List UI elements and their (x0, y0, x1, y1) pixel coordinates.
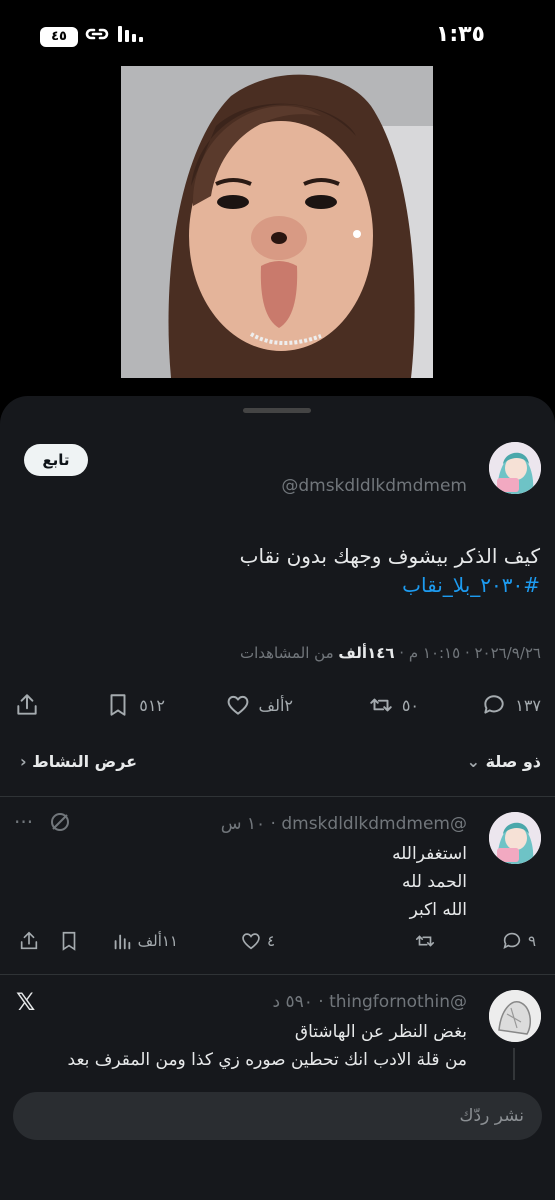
heart-icon (242, 933, 260, 950)
reply-header: @thingfornothin · ٥٩٠ د (272, 992, 467, 1012)
share-icon (17, 694, 37, 715)
chevron-left-icon: ‹ (20, 752, 27, 771)
portrait-image (121, 66, 433, 378)
repost-icon (415, 935, 435, 947)
battery-icon: ٤٥ (40, 27, 78, 47)
reply-bookmark-button[interactable] (58, 930, 80, 952)
reply-line: الله اكبر (409, 900, 467, 920)
reply-actions: ٩ ٤ ١١ألف (0, 930, 536, 956)
bookmark-icon (62, 931, 76, 951)
tweet-body: كيف الذكر بيشوف وجهك بدون نقاب (239, 544, 540, 568)
x-logo-icon: 𝕏 (16, 988, 36, 1016)
tweet-image[interactable] (121, 66, 433, 378)
bookmark-count: ٥١٢ (139, 695, 165, 715)
reply-count: ١٣٧ (515, 695, 541, 715)
reply-handle[interactable]: @dmskdldlkdmdmem (281, 814, 467, 834)
reply-like-count: ٤ (266, 932, 275, 950)
bookmark-icon (110, 694, 126, 716)
reply-icon (484, 695, 504, 714)
view-count: ١٤٦ألف (338, 644, 395, 662)
reply-button[interactable]: ١٣٧ (481, 688, 541, 722)
follow-button[interactable]: تابع (24, 444, 88, 476)
reply-views-count: ١١ألف (137, 932, 178, 950)
reply-input[interactable]: نشر ردّك (13, 1092, 542, 1140)
bookmark-button[interactable]: ٥١٢ (105, 688, 165, 722)
divider (0, 974, 555, 975)
reply-repost-button[interactable] (414, 930, 436, 952)
tweet-meta: ٢٠٢٦/٩/٢٦ · ١٠:١٥ م · ١٤٦ألف من المشاهدا… (240, 644, 541, 662)
share-button[interactable] (14, 688, 40, 722)
repost-button[interactable]: ٥٠ (368, 688, 419, 722)
tweet-datetime: ٢٠٢٦/٩/٢٦ · ١٠:١٥ م · (394, 644, 541, 662)
reply-line: استغفرالله (392, 844, 467, 864)
reply-reply-button[interactable]: ٩ (501, 930, 536, 952)
mute-icon[interactable] (48, 810, 72, 839)
activity-label: عرض النشاط (32, 752, 138, 771)
reply-share-button[interactable] (18, 930, 40, 952)
avatar-image (489, 990, 541, 1042)
views-icon (114, 934, 130, 950)
sort-label: ذو صلة (485, 752, 541, 771)
like-button[interactable]: ٢ألف (225, 688, 293, 722)
avatar-image (489, 442, 541, 494)
tweet-text: كيف الذكر بيشوف وجهك بدون نقاب #٢٠٣٠_بلا… (20, 542, 540, 600)
hashtag-link[interactable]: #٢٠٣٠_بلا_نقاب (20, 571, 540, 600)
reply-handle[interactable]: @thingfornothin (329, 992, 467, 1012)
author-avatar[interactable] (489, 442, 541, 494)
divider (0, 796, 555, 797)
more-icon[interactable]: ··· (14, 810, 33, 834)
reply-reply-count: ٩ (527, 932, 536, 950)
view-activity-link[interactable]: عرض النشاط ‹ (20, 752, 137, 771)
reply-line: من قلة الادب انك تحطين صوره زي كذا ومن ا… (67, 1050, 467, 1070)
repost-count: ٥٠ (401, 695, 419, 715)
chevron-down-icon: ⌄ (466, 752, 480, 771)
drag-handle[interactable] (243, 408, 311, 413)
reply-like-button[interactable]: ٤ (240, 930, 275, 952)
reply-text: بغض النظر عن الهاشتاق من قلة الادب انك ت… (17, 1018, 467, 1074)
reply-avatar[interactable] (489, 990, 541, 1042)
author-handle[interactable]: @dmskdldlkdmdmem (281, 476, 467, 496)
reply-views-button[interactable]: ١١ألف (111, 930, 178, 952)
heart-icon (227, 695, 248, 715)
sort-dropdown[interactable]: ذو صلة ⌄ (467, 752, 541, 771)
signal-icon (118, 26, 143, 42)
views-label: من المشاهدات (239, 644, 339, 662)
reply-avatar[interactable] (489, 812, 541, 864)
clock: ١:٣٥ (435, 22, 485, 47)
reply-icon (503, 932, 521, 949)
reply-line: الحمد لله (402, 872, 467, 892)
thread-line (513, 1048, 515, 1082)
reply-line: بغض النظر عن الهاشتاق (294, 1022, 467, 1042)
reply-header: @dmskdldlkdmdmem · ١٠ س (220, 814, 467, 834)
like-count: ٢ألف (258, 695, 293, 715)
status-bar: ٤٥ ١:٣٥ (0, 0, 555, 66)
reply-time: ١٠ س (220, 814, 266, 834)
reply-text: استغفرالله الحمد لله الله اكبر (17, 840, 467, 924)
share-icon (20, 931, 38, 950)
reply-time: ٥٩٠ د (272, 992, 313, 1012)
compose-bar: نشر ردّك (0, 1080, 555, 1200)
repost-icon (370, 698, 392, 712)
link-icon (85, 28, 109, 40)
tweet-actions: ١٣٧ ٥٠ ٢ألف ٥١٢ (0, 688, 555, 722)
avatar-image (489, 812, 541, 864)
